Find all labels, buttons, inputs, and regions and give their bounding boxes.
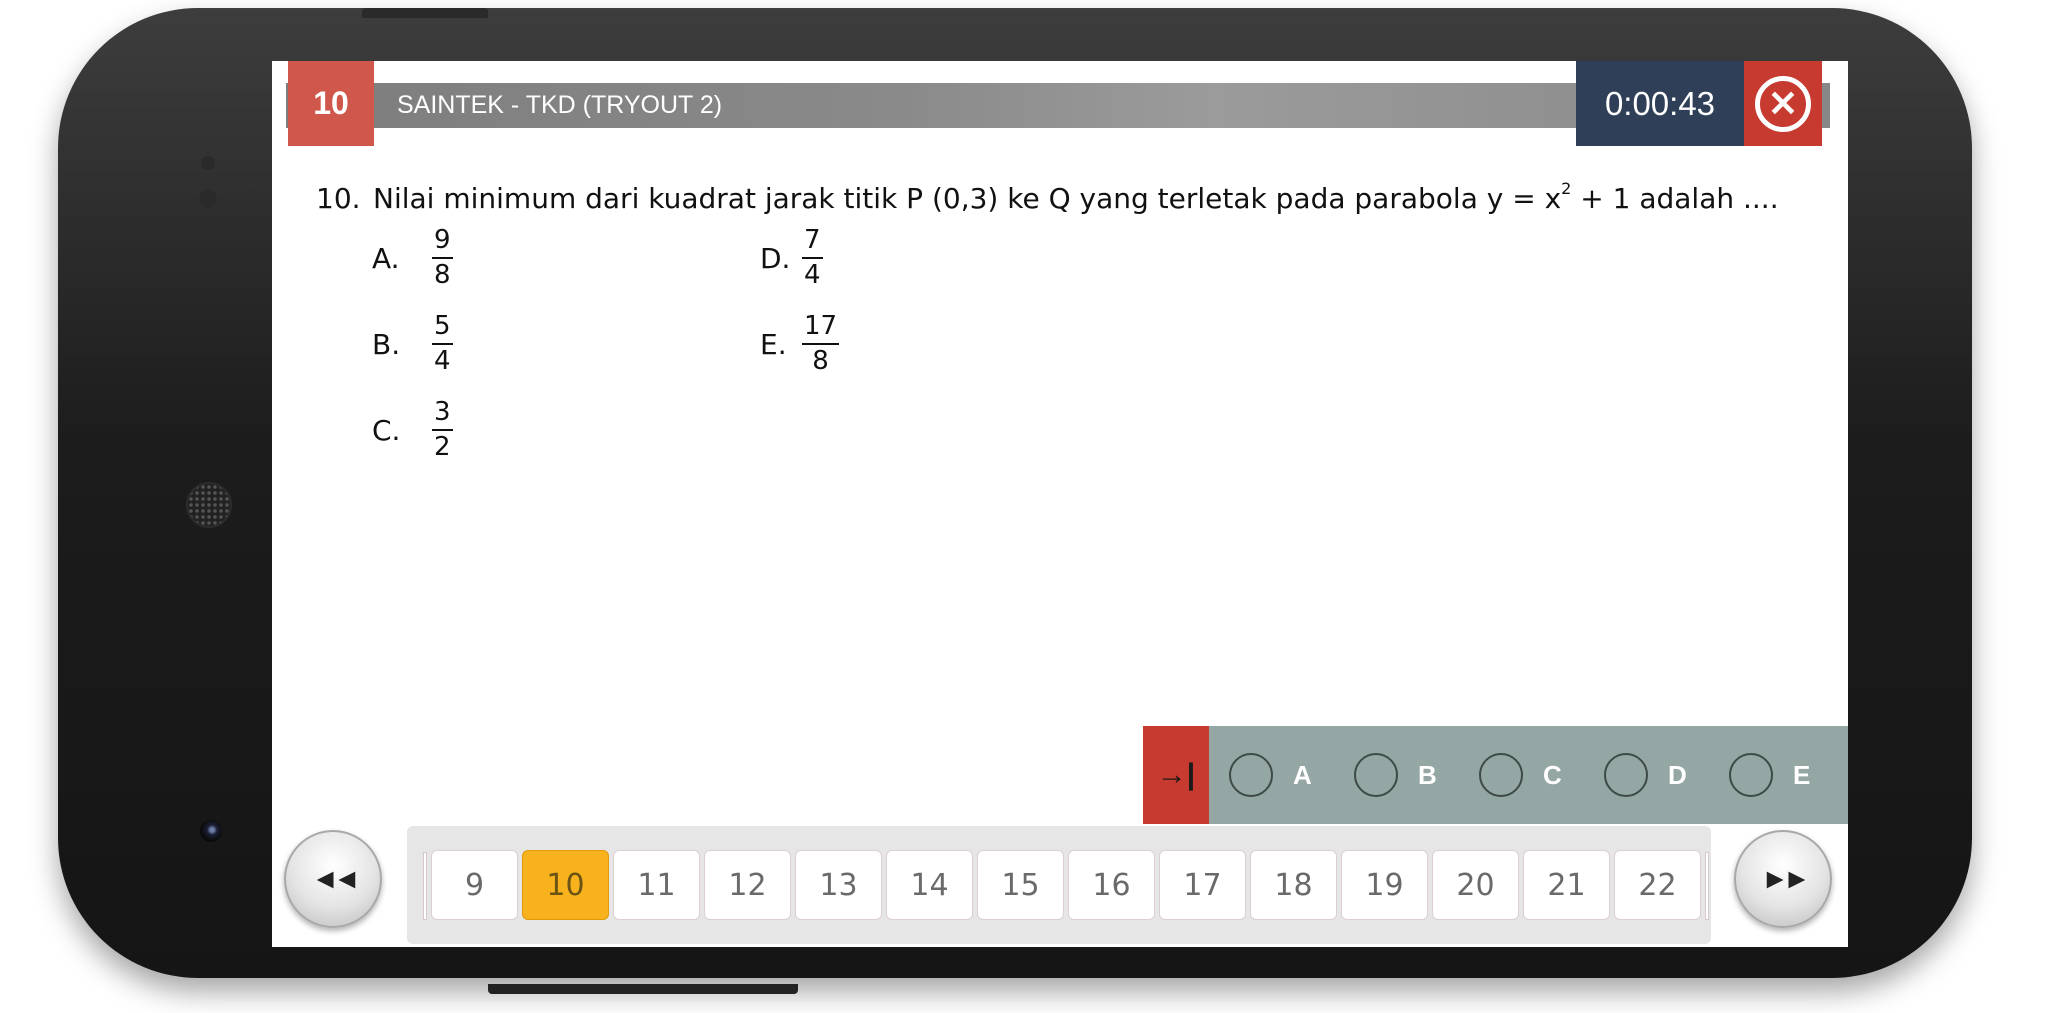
denominator: 2 <box>434 432 451 463</box>
proximity-sensor <box>201 156 215 170</box>
radio-circle-icon[interactable] <box>1729 753 1773 797</box>
answer-choice-b[interactable]: B <box>1354 753 1437 797</box>
denominator: 8 <box>812 346 829 377</box>
option-fraction: 3 2 <box>432 398 453 463</box>
page-cell[interactable]: 11 <box>613 850 700 920</box>
page-cell[interactable]: 17 <box>1159 850 1246 920</box>
question-page-strip[interactable]: 9 10 11 12 13 14 15 16 17 18 19 20 21 22 <box>407 826 1711 944</box>
page-cell-partial <box>1705 852 1709 920</box>
page-cell-current[interactable]: 10 <box>522 850 609 920</box>
rewind-icon: ◄◄ <box>311 863 360 894</box>
answer-choice-c[interactable]: C <box>1479 753 1562 797</box>
option-fraction: 9 8 <box>432 226 453 291</box>
option-d: D. 7 4 <box>760 226 823 291</box>
app-screen: SAINTEK - TKD (TRYOUT 2) 10 0:00:43 ✕ 10… <box>272 61 1848 947</box>
answer-label: B <box>1418 759 1437 790</box>
option-fraction: 5 4 <box>432 312 453 377</box>
answer-bar: →| A B C D E <box>1143 726 1848 824</box>
question-prefix: 10. <box>316 182 361 215</box>
numerator: 3 <box>432 398 453 432</box>
volume-button <box>488 984 798 994</box>
next-button[interactable]: ►► <box>1734 830 1832 928</box>
answer-choice-d[interactable]: D <box>1604 753 1687 797</box>
option-letter: E. <box>760 327 787 361</box>
option-c: C. 3 2 <box>372 398 453 463</box>
numerator: 7 <box>802 226 823 260</box>
answer-label: E <box>1793 759 1811 790</box>
page-cell[interactable]: 22 <box>1614 850 1701 920</box>
answer-label: A <box>1293 759 1312 790</box>
page-cell[interactable]: 18 <box>1250 850 1337 920</box>
denominator: 4 <box>804 260 821 291</box>
page-cell[interactable]: 20 <box>1432 850 1519 920</box>
speaker-grille <box>186 482 232 528</box>
page-cell[interactable]: 19 <box>1341 850 1428 920</box>
option-letter: D. <box>760 241 791 275</box>
denominator: 8 <box>434 260 451 291</box>
page-cell-partial <box>423 852 427 920</box>
question-body: Nilai minimum dari kuadrat jarak titik P… <box>373 182 1562 215</box>
timer: 0:00:43 <box>1576 61 1744 146</box>
front-camera <box>200 820 222 842</box>
answer-choice-a[interactable]: A <box>1229 753 1312 797</box>
option-fraction: 7 4 <box>802 226 823 291</box>
radio-circle-icon[interactable] <box>1229 753 1273 797</box>
page-cell[interactable]: 15 <box>977 850 1064 920</box>
page-cell[interactable]: 21 <box>1523 850 1610 920</box>
numerator: 5 <box>432 312 453 346</box>
radio-circle-icon[interactable] <box>1354 753 1398 797</box>
numerator: 9 <box>432 226 453 260</box>
page-cell[interactable]: 14 <box>886 850 973 920</box>
option-letter: A. <box>372 241 400 275</box>
option-e: E. 17 8 <box>760 312 840 377</box>
page-cell[interactable]: 12 <box>704 850 791 920</box>
skip-button[interactable]: →| <box>1143 726 1209 824</box>
answer-choice-e[interactable]: E <box>1729 753 1810 797</box>
close-button[interactable]: ✕ <box>1744 61 1822 146</box>
power-button <box>362 8 488 18</box>
question-exponent: 2 <box>1561 179 1572 198</box>
page-cell[interactable]: 13 <box>795 850 882 920</box>
answer-label: C <box>1543 759 1562 790</box>
page-cell[interactable]: 16 <box>1068 850 1155 920</box>
answer-label: D <box>1668 759 1687 790</box>
question-text: 10. Nilai minimum dari kuadrat jarak titi… <box>316 179 1779 215</box>
option-letter: C. <box>372 413 401 447</box>
numerator: 17 <box>802 312 840 346</box>
radio-circle-icon[interactable] <box>1604 753 1648 797</box>
fast-forward-icon: ►► <box>1761 863 1810 894</box>
exam-title: SAINTEK - TKD (TRYOUT 2) <box>397 91 723 119</box>
close-circle-icon: ✕ <box>1755 75 1811 132</box>
page-cell[interactable]: 9 <box>431 850 518 920</box>
light-sensor <box>199 190 217 208</box>
previous-button[interactable]: ◄◄ <box>284 830 382 928</box>
option-letter: B. <box>372 327 401 361</box>
phone-frame: SAINTEK - TKD (TRYOUT 2) 10 0:00:43 ✕ 10… <box>58 8 1972 994</box>
option-a: A. 9 8 <box>372 226 453 291</box>
option-b: B. 5 4 <box>372 312 453 377</box>
option-fraction: 17 8 <box>802 312 840 377</box>
skip-to-end-icon: →| <box>1156 758 1196 791</box>
question-number-badge: 10 <box>288 61 374 146</box>
denominator: 4 <box>434 346 451 377</box>
question-body-end: + 1 adalah .... <box>1580 182 1779 215</box>
radio-circle-icon[interactable] <box>1479 753 1523 797</box>
